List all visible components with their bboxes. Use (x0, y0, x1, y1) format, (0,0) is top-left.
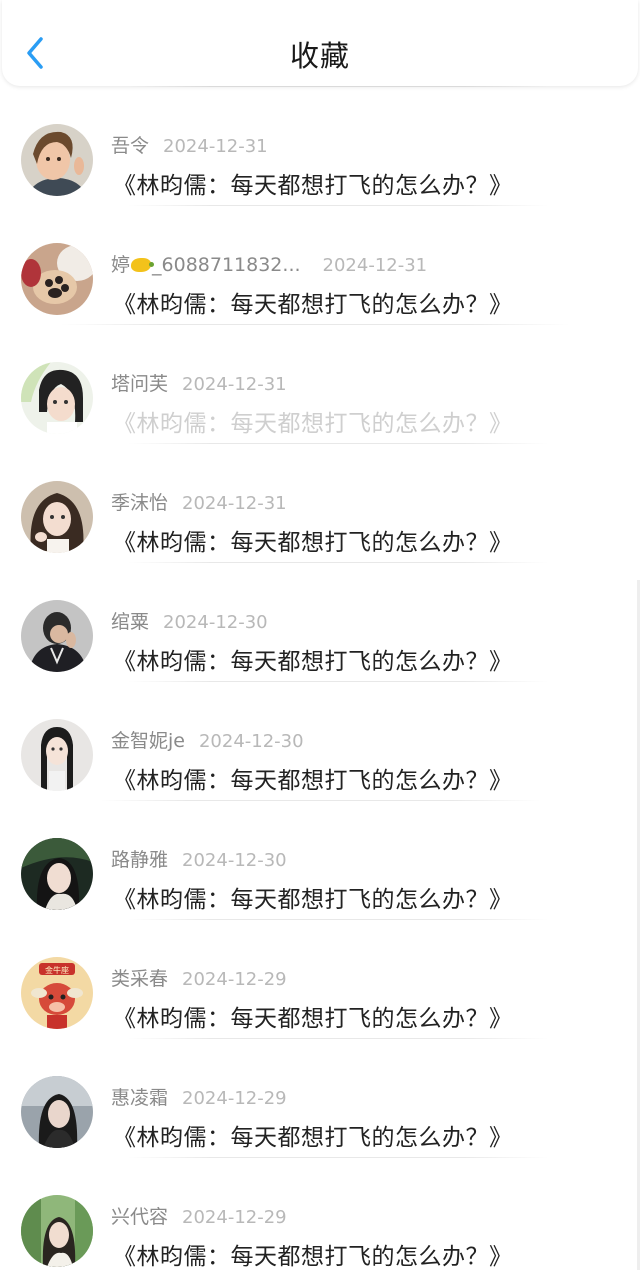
post-date: 2024-12-29 (182, 969, 287, 990)
nav-header: 收藏 (2, 0, 638, 86)
avatar[interactable] (21, 719, 93, 791)
list-item[interactable]: 兴代容 2024-12-29 《林昀儒：每天都想打飞的怎么办？》 (0, 1157, 640, 1276)
avatar[interactable] (21, 1076, 93, 1148)
author-name: 吾令 (111, 135, 150, 157)
post-date: 2024-12-30 (198, 731, 304, 752)
author-line: 婷 _6088711832... 2024-12-31 (111, 250, 427, 277)
author-line: 路静雅 2024-12-30 (111, 845, 287, 872)
author-name: 惠凌霜 (111, 1087, 169, 1109)
divider (100, 800, 540, 801)
author-line: 塔问芙 2024-12-31 (111, 369, 287, 396)
list-item[interactable]: 路静雅 2024-12-30 《林昀儒：每天都想打飞的怎么办？》 (0, 800, 640, 919)
divider (128, 919, 548, 920)
author-name: _6088711832... (152, 254, 301, 276)
avatar[interactable] (21, 481, 93, 553)
avatar[interactable] (21, 124, 93, 196)
post-date: 2024-12-31 (182, 374, 287, 395)
list-item[interactable]: 塔问芙 2024-12-31 《林昀儒：每天都想打飞的怎么办？》 (0, 324, 640, 443)
post-date: 2024-12-31 (163, 136, 268, 157)
author-line: 金智妮je 2024-12-30 (111, 726, 304, 753)
lemon-icon (131, 258, 155, 272)
divider (128, 1157, 548, 1158)
divider (128, 86, 548, 87)
author-name: 金智妮je (111, 730, 185, 752)
list-item[interactable]: 绾粟 2024-12-30 《林昀儒：每天都想打飞的怎么办？》 (0, 562, 640, 681)
favorite-title[interactable]: 《林昀儒：每天都想打飞的怎么办？》 (113, 642, 513, 676)
divider (128, 205, 548, 206)
author-name: 季沫怡 (111, 492, 169, 514)
favorite-title[interactable]: 《林昀儒：每天都想打飞的怎么办？》 (113, 1237, 513, 1271)
favorite-title[interactable]: 《林昀儒：每天都想打飞的怎么办？》 (113, 523, 513, 557)
avatar[interactable] (21, 362, 93, 434)
favorite-title[interactable]: 《林昀儒：每天都想打飞的怎么办？》 (113, 166, 513, 200)
avatar-caption: 金牛座 (45, 965, 69, 975)
list-item[interactable]: 季沫怡 2024-12-31 《林昀儒：每天都想打飞的怎么办？》 (0, 443, 640, 562)
avatar[interactable] (21, 243, 93, 315)
avatar[interactable] (21, 838, 93, 910)
author-line: 绾粟 2024-12-30 (111, 607, 268, 634)
author-line: 兴代容 2024-12-29 (111, 1202, 287, 1229)
list-item[interactable]: 金智妮je 2024-12-30 《林昀儒：每天都想打飞的怎么办？》 (0, 681, 640, 800)
post-date: 2024-12-30 (163, 612, 268, 633)
avatar[interactable] (21, 600, 93, 672)
author-name: 兴代容 (111, 1206, 169, 1228)
favorites-list[interactable]: 吾令 2024-12-31 《林昀儒：每天都想打飞的怎么办？》 婷 _6088711… (0, 86, 640, 1287)
page-title: 收藏 (289, 39, 350, 73)
author-line: 吾令 2024-12-31 (111, 131, 268, 158)
avatar[interactable]: 金牛座 (21, 957, 93, 1029)
author-line: 类采春 2024-12-29 (111, 964, 287, 991)
post-date: 2024-12-31 (322, 255, 428, 276)
author-name: 类采春 (111, 968, 169, 990)
author-name: 路静雅 (111, 849, 169, 871)
author-name-prefix: 婷 (111, 254, 131, 276)
post-date: 2024-12-31 (182, 493, 287, 514)
avatar[interactable] (21, 1195, 93, 1267)
divider (128, 681, 548, 682)
favorite-title[interactable]: 《林昀儒：每天都想打飞的怎么办？》 (113, 285, 513, 319)
favorite-title[interactable]: 《林昀儒：每天都想打飞的怎么办？》 (113, 999, 513, 1033)
divider (128, 443, 548, 444)
post-date: 2024-12-30 (182, 850, 287, 871)
list-item[interactable]: 吾令 2024-12-31 《林昀儒：每天都想打飞的怎么办？》 (0, 86, 640, 205)
list-item[interactable]: 金牛座 类采春 2024-12-29 《林昀儒：每天都想打飞的怎么办？》 (0, 919, 640, 1038)
divider (128, 1038, 548, 1039)
post-date: 2024-12-29 (182, 1088, 287, 1109)
divider (60, 324, 570, 325)
author-name: 塔问芙 (111, 373, 169, 395)
author-line: 季沫怡 2024-12-31 (111, 488, 287, 515)
post-date: 2024-12-29 (182, 1207, 287, 1228)
list-item[interactable]: 惠凌霜 2024-12-29 《林昀儒：每天都想打飞的怎么办？》 (0, 1038, 640, 1157)
divider (128, 562, 548, 563)
author-line: 惠凌霜 2024-12-29 (111, 1083, 287, 1110)
list-item[interactable]: 婷 _6088711832... 2024-12-31 《林昀儒：每天都想打飞的怎么… (0, 205, 640, 324)
favorite-title[interactable]: 《林昀儒：每天都想打飞的怎么办？》 (113, 880, 513, 914)
favorite-title[interactable]: 《林昀儒：每天都想打飞的怎么办？》 (113, 404, 513, 438)
favorite-title[interactable]: 《林昀儒：每天都想打飞的怎么办？》 (113, 761, 513, 795)
favorite-title[interactable]: 《林昀儒：每天都想打飞的怎么办？》 (113, 1118, 513, 1152)
author-name: 绾粟 (111, 611, 150, 633)
